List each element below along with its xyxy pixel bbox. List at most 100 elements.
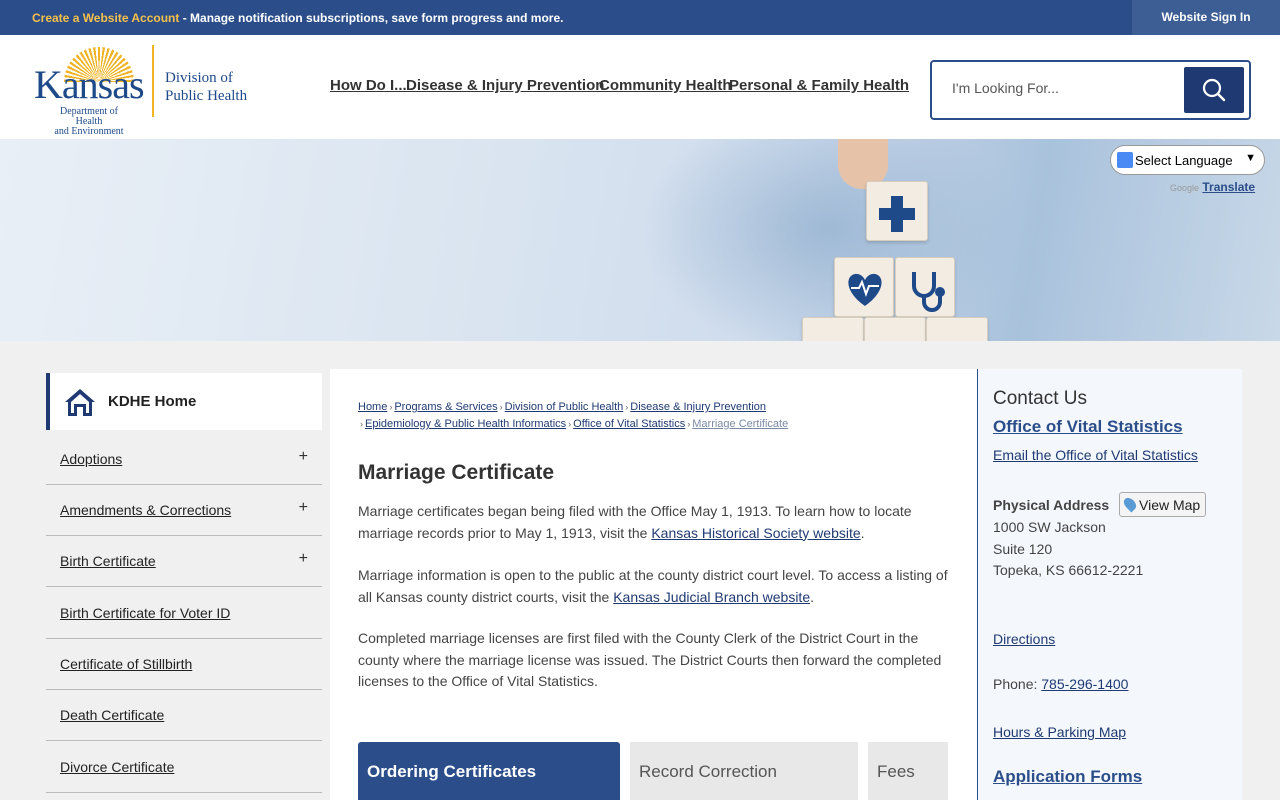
heart-icon: [848, 273, 882, 306]
sidebar-item-label[interactable]: Amendments & Corrections: [60, 502, 231, 518]
tab-label: Record Correction: [639, 762, 777, 781]
nav-personal-family-health[interactable]: Personal & Family Health: [729, 77, 909, 94]
medical-cross-icon: [879, 196, 915, 232]
logo-dept-line1: Department of Health: [59, 106, 119, 127]
logo-dept-line2: and Environment: [54, 126, 124, 137]
sidebar-item-adoptions[interactable]: Adoptions +: [46, 434, 322, 485]
home-icon: [65, 389, 95, 416]
historical-society-link[interactable]: Kansas Historical Society website: [651, 525, 860, 541]
lower-block-3: [926, 317, 988, 341]
page-title: Marriage Certificate: [358, 461, 555, 484]
sidebar-item-amendments[interactable]: Amendments & Corrections +: [46, 485, 322, 536]
office-vital-statistics-link[interactable]: Office of Vital Statistics: [993, 417, 1183, 437]
judicial-branch-link[interactable]: Kansas Judicial Branch website: [613, 589, 810, 605]
breadcrumb-separator: ›: [499, 402, 503, 412]
google-translate-icon: [1117, 152, 1133, 168]
nav-how-do-i[interactable]: How Do I...: [330, 77, 407, 94]
phone-link[interactable]: 785-296-1400: [1041, 676, 1128, 692]
sidebar-item-label[interactable]: Death Certificate: [60, 707, 164, 723]
sidebar-item-death-certificate[interactable]: Death Certificate: [46, 690, 322, 741]
map-pin-icon: [1121, 495, 1139, 513]
logo-wordmark: Kansas: [34, 62, 145, 107]
breadcrumb-epidemiology[interactable]: Epidemiology & Public Health Informatics: [365, 418, 566, 430]
account-message-text: - Manage notification subscriptions, sav…: [179, 11, 564, 25]
kdhe-logo[interactable]: Kansas Department of Health and Environm…: [32, 43, 257, 137]
sidebar-item-label[interactable]: Birth Certificate: [60, 553, 156, 569]
sidebar-item-label[interactable]: Certificate of Stillbirth: [60, 656, 192, 672]
breadcrumb-disease-injury-prevention[interactable]: Disease & Injury Prevention: [630, 401, 766, 413]
breadcrumb-current: Marriage Certificate: [692, 418, 789, 430]
logo-division-line1: Division of: [165, 70, 233, 86]
paragraph-3: Completed marriage licenses are first fi…: [358, 630, 942, 689]
top-notification-bar: Create a Website Account - Manage notifi…: [0, 0, 1280, 35]
email-office-link[interactable]: Email the Office of Vital Statistics: [993, 447, 1198, 463]
address-line-1: 1000 SW Jackson: [993, 519, 1106, 535]
contact-heading: Contact Us: [993, 388, 1087, 409]
phone-label: Phone:: [993, 676, 1042, 692]
main-content: Home › Programs & Services › Division of Pub…: [330, 369, 977, 800]
stethoscope-icon: [912, 272, 945, 312]
tab-label: Fees: [877, 762, 915, 781]
logo-divider: [152, 45, 154, 117]
search-button[interactable]: [1184, 67, 1244, 113]
create-account-link[interactable]: Create a Website Account: [32, 11, 179, 25]
breadcrumb-programs-services[interactable]: Programs & Services: [394, 401, 497, 413]
sidebar-item-label[interactable]: Birth Certificate for Voter ID: [60, 605, 230, 621]
powered-by-google: Google: [1170, 183, 1200, 193]
expand-icon[interactable]: +: [299, 448, 308, 466]
address-line-3: Topeka, KS 66612-2221: [993, 562, 1144, 578]
logo-department: Department of Health and Environment: [46, 107, 132, 137]
paragraph-2-period: .: [810, 588, 814, 605]
tab-fees[interactable]: Fees: [868, 742, 948, 800]
breadcrumb-home[interactable]: Home: [358, 401, 387, 413]
application-forms-heading[interactable]: Application Forms: [993, 767, 1142, 787]
search-icon: [1202, 78, 1226, 102]
expand-icon[interactable]: +: [299, 550, 308, 568]
tab-label: Ordering Certificates: [367, 762, 537, 781]
nav-disease-injury-prevention[interactable]: Disease & Injury Prevention: [406, 77, 604, 94]
translate-link[interactable]: Translate: [1202, 180, 1255, 194]
contact-panel: Contact Us Office of Vital Statistics Em…: [978, 369, 1242, 800]
hero-banner: [0, 139, 1280, 341]
nav-community-health[interactable]: Community Health: [599, 77, 732, 94]
sidebar-home-label: KDHE Home: [108, 393, 197, 410]
directions-link[interactable]: Directions: [993, 631, 1055, 647]
sidebar-item-label[interactable]: Adoptions: [60, 451, 122, 467]
breadcrumb-division-public-health[interactable]: Division of Public Health: [505, 401, 624, 413]
sidebar-item-stillbirth[interactable]: Certificate of Stillbirth: [46, 639, 322, 690]
google-translate-credit: Google Translate: [1170, 180, 1255, 194]
physical-address-label: Physical Address: [993, 497, 1110, 513]
site-header: Kansas Department of Health and Environm…: [0, 35, 1280, 139]
address-line-2: Suite 120: [993, 541, 1053, 557]
sidebar-home[interactable]: KDHE Home: [46, 373, 322, 430]
paragraph-1: Marriage certificates began being filed …: [358, 501, 950, 544]
expand-icon[interactable]: +: [299, 499, 308, 517]
website-sign-in-button[interactable]: Website Sign In: [1132, 0, 1280, 35]
banner-background-shape: [640, 139, 1020, 341]
medical-cross-block: [866, 181, 928, 241]
logo-division: Division of Public Health: [165, 69, 247, 105]
breadcrumb-vital-statistics[interactable]: Office of Vital Statistics: [573, 418, 685, 430]
stethoscope-block: [895, 257, 955, 317]
chevron-down-icon: ▼: [1245, 152, 1256, 164]
view-map-button[interactable]: View Map: [1119, 492, 1206, 517]
hours-parking-link[interactable]: Hours & Parking Map: [993, 724, 1126, 740]
lower-block-1: [802, 317, 864, 341]
search-input[interactable]: [952, 80, 1172, 96]
tab-record-correction[interactable]: Record Correction: [630, 742, 858, 800]
sidebar-item-label[interactable]: Divorce Certificate: [60, 759, 174, 775]
search-box: [930, 60, 1251, 120]
sidebar-item-birth-certificate[interactable]: Birth Certificate +: [46, 536, 322, 587]
tab-ordering-certificates[interactable]: Ordering Certificates: [358, 742, 620, 800]
paragraph-2: Marriage information is open to the publ…: [358, 565, 950, 608]
paragraph-1-period: .: [860, 524, 865, 541]
account-message: Create a Website Account - Manage notifi…: [32, 11, 563, 25]
logo-division-line2: Public Health: [165, 88, 248, 104]
breadcrumb-separator: ›: [360, 419, 363, 429]
breadcrumb: Home › Programs & Services › Division of Pub…: [358, 399, 958, 433]
sidebar-item-divorce-certificate[interactable]: Divorce Certificate: [46, 742, 322, 793]
language-select[interactable]: Select Language ▼: [1110, 145, 1265, 175]
phone-row: Phone: 785-296-1400: [993, 676, 1128, 692]
view-map-label: View Map: [1139, 497, 1201, 513]
sidebar-item-birth-certificate-voter-id[interactable]: Birth Certificate for Voter ID: [46, 588, 322, 639]
